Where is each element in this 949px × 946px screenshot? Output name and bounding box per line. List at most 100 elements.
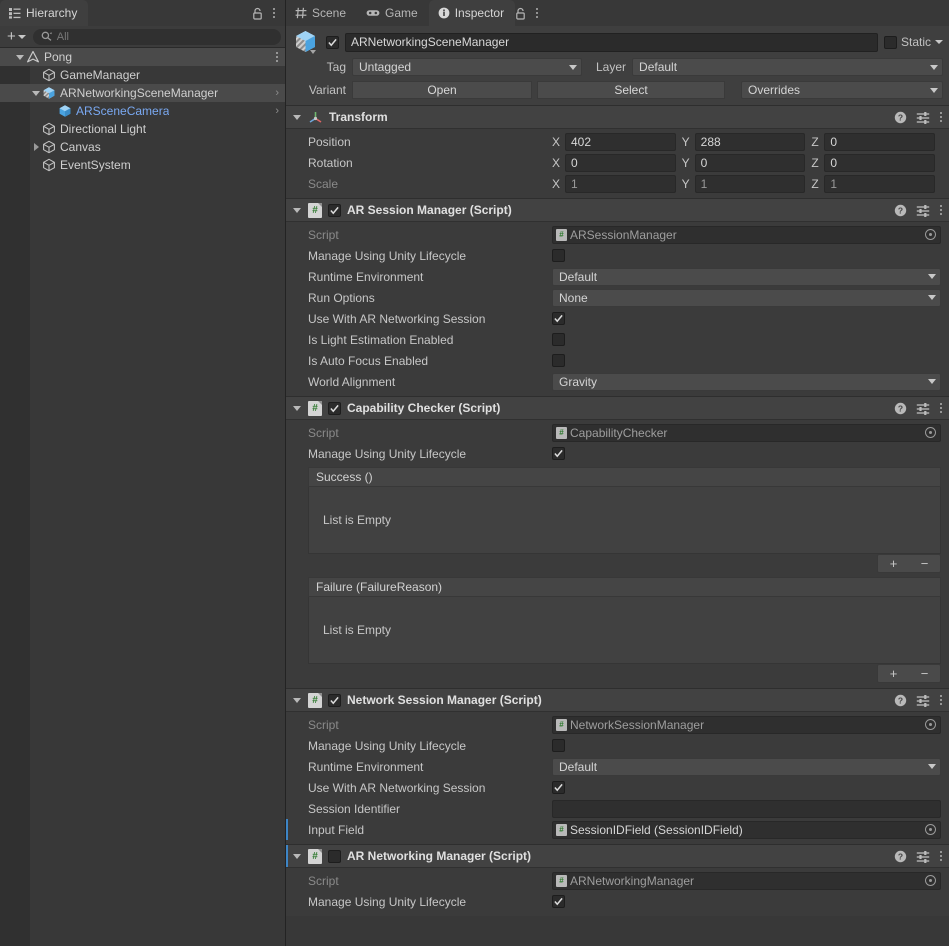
object-picker-icon[interactable]: [925, 875, 936, 886]
chevron-right-icon[interactable]: ›: [271, 105, 279, 117]
object-field[interactable]: # NetworkSessionManager: [552, 715, 941, 734]
help-icon[interactable]: ?: [894, 694, 907, 707]
foldout-toggle[interactable]: [292, 697, 302, 703]
field-checkbox[interactable]: [552, 333, 565, 346]
preset-icon[interactable]: [916, 402, 930, 415]
object-picker-icon[interactable]: [925, 719, 936, 730]
add-listener-button[interactable]: +: [878, 557, 909, 570]
hierarchy-row-pong[interactable]: Pong: [0, 48, 285, 66]
kebab-menu-icon[interactable]: [939, 203, 943, 217]
help-icon[interactable]: ?: [894, 850, 907, 863]
foldout-toggle[interactable]: [30, 156, 42, 174]
field-checkbox[interactable]: [552, 895, 565, 908]
foldout-toggle[interactable]: [292, 405, 302, 411]
foldout-toggle[interactable]: [292, 114, 302, 120]
lock-icon[interactable]: [252, 7, 263, 20]
tab-inspector[interactable]: Inspector: [428, 0, 516, 26]
search-input[interactable]: All: [32, 28, 281, 45]
object-picker-icon[interactable]: [925, 824, 936, 835]
kebab-menu-icon[interactable]: [939, 110, 943, 124]
event-list[interactable]: List is Empty: [308, 487, 941, 554]
hierarchy-row-gamemanager[interactable]: GameManager: [0, 66, 285, 84]
hierarchy-row-directional-light[interactable]: Directional Light: [0, 120, 285, 138]
component-header-capability-checker[interactable]: # Capability Checker (Script)?: [286, 396, 949, 420]
hierarchy-row-eventsystem[interactable]: EventSystem: [0, 156, 285, 174]
preset-icon[interactable]: [916, 111, 930, 124]
gameobject-name-field[interactable]: ARNetworkingSceneManager: [345, 32, 878, 52]
axis-z-input[interactable]: 0: [824, 153, 936, 172]
component-header-ar-session-manager[interactable]: # AR Session Manager (Script)?: [286, 198, 949, 222]
foldout-toggle[interactable]: [30, 120, 42, 138]
hierarchy-row-canvas[interactable]: Canvas: [0, 138, 285, 156]
field-dropdown[interactable]: Default: [552, 757, 941, 776]
axis-y-input[interactable]: 1: [694, 174, 806, 193]
component-enabled-checkbox[interactable]: [328, 203, 341, 217]
kebab-menu-icon[interactable]: [272, 6, 276, 20]
foldout-toggle[interactable]: [14, 48, 26, 66]
foldout-toggle[interactable]: [30, 138, 42, 156]
field-checkbox[interactable]: [552, 354, 565, 367]
field-checkbox[interactable]: [552, 739, 565, 752]
hierarchy-row-arscenecamera[interactable]: ARSceneCamera ›: [0, 102, 285, 120]
kebab-menu-icon[interactable]: [939, 849, 943, 863]
axis-x-input[interactable]: 0: [565, 153, 676, 172]
foldout-toggle[interactable]: [30, 66, 42, 84]
component-header-transform[interactable]: Transform?: [286, 105, 949, 129]
remove-listener-button[interactable]: −: [909, 557, 940, 570]
field-checkbox[interactable]: [552, 447, 565, 460]
component-enabled-checkbox[interactable]: [328, 401, 341, 415]
lock-icon[interactable]: [515, 7, 526, 20]
gameobject-enabled-checkbox[interactable]: [326, 35, 339, 49]
add-listener-button[interactable]: +: [878, 667, 909, 680]
help-icon[interactable]: ?: [894, 402, 907, 415]
component-header-network-session-manager[interactable]: # Network Session Manager (Script)?: [286, 688, 949, 712]
component-enabled-checkbox[interactable]: [328, 693, 341, 707]
object-field[interactable]: # ARNetworkingManager: [552, 871, 941, 890]
preset-icon[interactable]: [916, 694, 930, 707]
axis-z-input[interactable]: 1: [824, 174, 936, 193]
overrides-dropdown[interactable]: Overrides: [741, 81, 943, 99]
object-picker-icon[interactable]: [925, 229, 936, 240]
text-input[interactable]: [552, 799, 941, 818]
remove-listener-button[interactable]: −: [909, 667, 940, 680]
foldout-toggle[interactable]: [292, 207, 302, 213]
object-field[interactable]: # SessionIDField (SessionIDField): [552, 820, 941, 839]
kebab-menu-icon[interactable]: [535, 6, 539, 20]
layer-dropdown[interactable]: Default: [632, 58, 943, 76]
create-button[interactable]: +: [4, 28, 29, 46]
axis-y-input[interactable]: 0: [694, 153, 806, 172]
select-prefab-button[interactable]: Select: [537, 81, 725, 99]
kebab-menu-icon[interactable]: [939, 693, 943, 707]
foldout-toggle[interactable]: [30, 84, 42, 102]
foldout-toggle[interactable]: [46, 102, 58, 120]
foldout-toggle[interactable]: [292, 853, 302, 859]
hierarchy-row-arnetworkingscenemanager[interactable]: ARNetworkingSceneManager ›: [0, 84, 285, 102]
open-prefab-button[interactable]: Open: [352, 81, 532, 99]
field-dropdown[interactable]: None: [552, 288, 941, 307]
kebab-menu-icon[interactable]: [939, 401, 943, 415]
field-checkbox[interactable]: [552, 249, 565, 262]
tab-scene[interactable]: Scene: [286, 0, 357, 26]
chevron-right-icon[interactable]: ›: [271, 87, 279, 99]
axis-z-input[interactable]: 0: [824, 132, 936, 151]
component-enabled-checkbox[interactable]: [328, 849, 341, 863]
tab-game[interactable]: Game: [357, 0, 429, 26]
component-header-ar-networking-manager[interactable]: # AR Networking Manager (Script)?: [286, 844, 949, 868]
preset-icon[interactable]: [916, 204, 930, 217]
preset-icon[interactable]: [916, 850, 930, 863]
object-field[interactable]: # CapabilityChecker: [552, 423, 941, 442]
kebab-menu-icon[interactable]: [275, 50, 279, 64]
event-list[interactable]: List is Empty: [308, 597, 941, 664]
object-picker-icon[interactable]: [925, 427, 936, 438]
help-icon[interactable]: ?: [894, 204, 907, 217]
field-checkbox[interactable]: [552, 781, 565, 794]
field-dropdown[interactable]: Gravity: [552, 372, 941, 391]
tag-dropdown[interactable]: Untagged: [352, 58, 582, 76]
object-field[interactable]: # ARSessionManager: [552, 225, 941, 244]
axis-x-input[interactable]: 1: [565, 174, 676, 193]
static-checkbox[interactable]: [883, 35, 897, 49]
axis-y-input[interactable]: 288: [694, 132, 806, 151]
tab-hierarchy[interactable]: Hierarchy: [0, 0, 89, 26]
field-dropdown[interactable]: Default: [552, 267, 941, 286]
axis-x-input[interactable]: 402: [565, 132, 676, 151]
